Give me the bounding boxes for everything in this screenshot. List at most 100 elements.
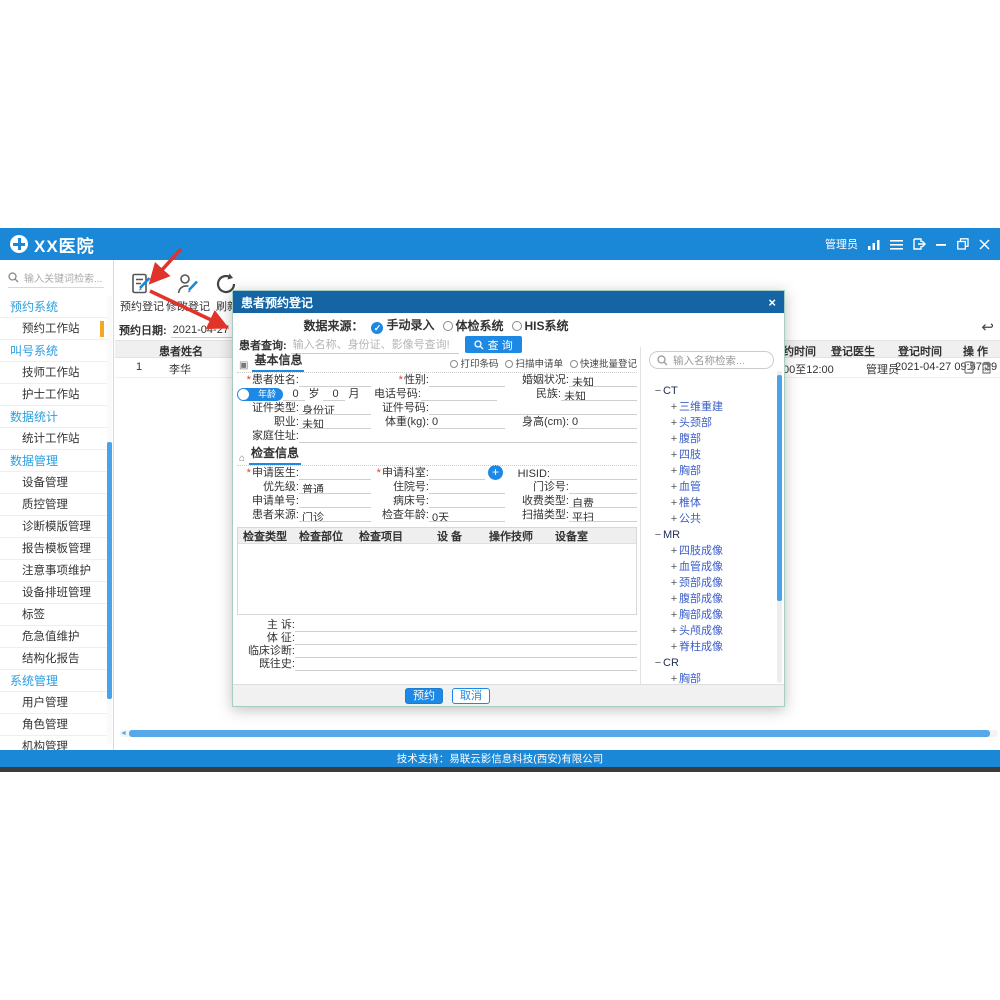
tree-node-cr[interactable]: −CR bbox=[641, 655, 784, 671]
sidebar-group-statistics[interactable]: 数据统计 bbox=[0, 406, 107, 428]
outpatient-input[interactable] bbox=[569, 481, 637, 494]
radio-scan-request[interactable]: 扫描申请单 bbox=[505, 356, 563, 370]
sidebar-scrollbar-thumb[interactable] bbox=[107, 442, 112, 699]
row-delete-icon[interactable] bbox=[981, 361, 992, 374]
horizontal-scrollbar-track[interactable]: ◄ bbox=[120, 730, 998, 737]
sidebar-group-queue[interactable]: 叫号系统 bbox=[0, 340, 107, 362]
tree-node-head-neck[interactable]: +头颈部 bbox=[641, 415, 784, 431]
inpatient-input[interactable] bbox=[429, 481, 505, 494]
horizontal-scrollbar-thumb[interactable] bbox=[129, 730, 990, 737]
confirm-booking-button[interactable]: 预约 bbox=[405, 688, 443, 704]
sidebar-item-notes-maintenance[interactable]: 注意事项维护 bbox=[0, 560, 107, 582]
chief-complaint-input[interactable] bbox=[295, 619, 637, 632]
charge-input[interactable]: 自费 bbox=[569, 495, 637, 508]
sidebar-group-appointment[interactable]: 预约系统 bbox=[0, 296, 107, 318]
undo-icon[interactable]: ↩ bbox=[981, 318, 994, 336]
scantype-label: 扫描类型: bbox=[505, 506, 569, 522]
modal-close-icon[interactable]: × bbox=[768, 295, 776, 310]
tree-node-vessel-imaging[interactable]: +血管成像 bbox=[641, 559, 784, 575]
sidebar-item-report-template[interactable]: 报告模板管理 bbox=[0, 538, 107, 560]
sidebar-item-tags[interactable]: 标签 bbox=[0, 604, 107, 626]
ethnic-input[interactable]: 未知 bbox=[561, 388, 637, 401]
sidebar-group-data[interactable]: 数据管理 bbox=[0, 450, 107, 472]
address-label: 家庭住址: bbox=[237, 427, 299, 443]
examage-input[interactable]: 0天 bbox=[429, 509, 505, 522]
age-months-input[interactable]: 0 bbox=[323, 388, 345, 401]
idtype-input[interactable]: 身份证 bbox=[299, 402, 371, 415]
weight-input[interactable]: 0 bbox=[429, 416, 505, 429]
req-dept-input[interactable] bbox=[429, 467, 485, 480]
tree-node-limbs[interactable]: +四肢 bbox=[641, 447, 784, 463]
priority-input[interactable]: 普通 bbox=[299, 481, 371, 494]
sidebar-group-system[interactable]: 系统管理 bbox=[0, 670, 107, 692]
sidebar-item-nurse-workstation[interactable]: 护士工作站 bbox=[0, 384, 107, 406]
job-input[interactable]: 未知 bbox=[299, 416, 371, 429]
clinical-diagnosis-input[interactable] bbox=[295, 645, 637, 658]
modify-registration-button[interactable]: 修改登记 bbox=[165, 272, 211, 314]
sidebar-item-stat-workstation[interactable]: 统计工作站 bbox=[0, 428, 107, 450]
tree-node-limb-imaging[interactable]: +四肢成像 bbox=[641, 543, 784, 559]
source-input[interactable]: 门诊 bbox=[299, 509, 371, 522]
tree-node-mr[interactable]: −MR bbox=[641, 527, 784, 543]
past-history-input[interactable] bbox=[295, 658, 637, 671]
sidebar-item-qc-mgmt[interactable]: 质控管理 bbox=[0, 494, 107, 516]
sidebar-item-structured-report[interactable]: 结构化报告 bbox=[0, 648, 107, 670]
sidebar-item-technician-workstation[interactable]: 技师工作站 bbox=[0, 362, 107, 384]
radio-manual-entry[interactable]: ✓手动录入 bbox=[371, 316, 434, 334]
marital-input[interactable]: 未知 bbox=[569, 374, 637, 387]
age-toggle[interactable]: 年龄 bbox=[237, 388, 283, 401]
bed-input[interactable] bbox=[429, 495, 505, 508]
window-bottom-edge bbox=[0, 767, 1000, 772]
phone-input[interactable] bbox=[421, 388, 497, 401]
sidebar-item-role-mgmt[interactable]: 角色管理 bbox=[0, 714, 107, 736]
tree-node-common[interactable]: +公共 bbox=[641, 511, 784, 527]
catalog-search-input[interactable]: 输入名称检索... bbox=[649, 351, 774, 369]
weight-label: 体重(kg): bbox=[371, 413, 429, 429]
menu-icon[interactable] bbox=[890, 239, 903, 250]
tree-node-chest-imaging[interactable]: +胸部成像 bbox=[641, 607, 784, 623]
sidebar-item-device-schedule[interactable]: 设备排班管理 bbox=[0, 582, 107, 604]
sidebar-item-critical-value[interactable]: 危急值维护 bbox=[0, 626, 107, 648]
hospital-logo-icon bbox=[10, 235, 28, 253]
logout-icon[interactable] bbox=[913, 238, 926, 250]
minimize-icon[interactable] bbox=[936, 239, 947, 250]
query-button[interactable]: 查 询 bbox=[465, 336, 522, 353]
patient-query-input[interactable]: 输入名称、身份证、影像号查询! bbox=[291, 335, 459, 354]
sidebar-item-device-mgmt[interactable]: 设备管理 bbox=[0, 472, 107, 494]
add-dept-icon[interactable]: + bbox=[488, 465, 503, 480]
reqno-input[interactable] bbox=[299, 495, 371, 508]
radio-physical-exam-system[interactable]: 体检系统 bbox=[443, 317, 504, 334]
tree-node-head-imaging[interactable]: +头颅成像 bbox=[641, 623, 784, 639]
hscroll-left-arrow[interactable]: ◄ bbox=[120, 730, 128, 737]
height-input[interactable]: 0 bbox=[569, 416, 637, 429]
col-operator: 操作技师 bbox=[484, 528, 550, 544]
date-input[interactable]: 2021-04-27 bbox=[171, 324, 235, 338]
row-edit-icon[interactable] bbox=[964, 361, 976, 374]
scantype-input[interactable]: 平扫 bbox=[569, 509, 637, 522]
tree-node-vessel[interactable]: +血管 bbox=[641, 479, 784, 495]
cancel-button[interactable]: 取消 bbox=[452, 688, 490, 704]
tree-node-3d[interactable]: +三维重建 bbox=[641, 399, 784, 415]
catalog-scrollbar-thumb[interactable] bbox=[777, 375, 782, 601]
book-registration-button[interactable]: 预约登记 bbox=[119, 272, 165, 314]
tree-node-ct[interactable]: −CT bbox=[641, 383, 784, 399]
tree-node-spine-imaging[interactable]: +脊柱成像 bbox=[641, 639, 784, 655]
sidebar-item-appointment-workstation[interactable]: 预约工作站 bbox=[0, 318, 107, 340]
gender-input[interactable] bbox=[429, 374, 505, 387]
tree-node-vertebra[interactable]: +椎体 bbox=[641, 495, 784, 511]
address-input[interactable] bbox=[299, 430, 637, 443]
req-doctor-input[interactable] bbox=[299, 467, 371, 480]
tree-node-abdomen[interactable]: +腹部 bbox=[641, 431, 784, 447]
sidebar-item-diagnosis-template[interactable]: 诊断模版管理 bbox=[0, 516, 107, 538]
radio-print-barcode[interactable]: 打印条码 bbox=[450, 356, 498, 370]
radio-quick-batch[interactable]: 快速批量登记 bbox=[570, 356, 637, 370]
tree-node-neck-imaging[interactable]: +颈部成像 bbox=[641, 575, 784, 591]
restore-icon[interactable] bbox=[957, 238, 969, 250]
tree-node-chest[interactable]: +胸部 bbox=[641, 463, 784, 479]
radio-his-system[interactable]: HIS系统 bbox=[512, 317, 569, 334]
sidebar-search-input[interactable]: 输入关键词检索... bbox=[8, 268, 104, 288]
sidebar-item-user-mgmt[interactable]: 用户管理 bbox=[0, 692, 107, 714]
close-icon[interactable] bbox=[979, 239, 990, 250]
tree-node-abdomen-imaging[interactable]: +腹部成像 bbox=[641, 591, 784, 607]
physical-sign-input[interactable] bbox=[295, 632, 637, 645]
